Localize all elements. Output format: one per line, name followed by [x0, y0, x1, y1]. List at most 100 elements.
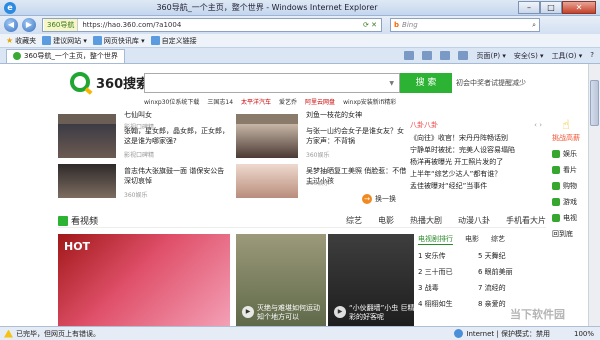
video-section-title[interactable]: 看视频	[58, 214, 98, 227]
side-nav-item[interactable]: 游戏	[552, 197, 584, 207]
video-tab[interactable]: 热播大剧	[410, 215, 442, 226]
hotword[interactable]: winxp安装新ifi精彩	[343, 97, 396, 106]
hotword[interactable]: 阿里云网盘	[305, 97, 335, 106]
fav-web-slices[interactable]: 网页快讯库 ▾	[92, 36, 145, 46]
mail-icon[interactable]	[440, 50, 451, 60]
tools-menu[interactable]: 工具(O) ▾	[552, 51, 583, 61]
refresh-button[interactable]: → 换一换	[362, 194, 396, 204]
news-headline[interactable]: 与张一山约会女子是谁女友？女方家声：不背锅	[306, 126, 410, 146]
rank-tab-variety[interactable]: 综艺	[491, 234, 505, 245]
side-nav-label: 游戏	[563, 198, 577, 206]
back-button[interactable]: ◀	[4, 18, 18, 32]
video-tabs: 综艺 电影 热播大剧 动漫八卦 手机看大片	[346, 215, 546, 226]
gossip-item[interactable]: 孟佳被曝对“经纪”当事件	[410, 180, 542, 192]
warning-icon[interactable]	[4, 329, 13, 338]
game-icon	[552, 198, 560, 206]
rank-item[interactable]: 5 天舞纪	[478, 251, 538, 261]
page-icon	[92, 36, 102, 45]
help-icon[interactable]: ?	[590, 51, 594, 61]
tab-bar: 360导航_一个主页，整个世界 页面(P) ▾ 安全(S) ▾ 工具(O) ▾ …	[0, 48, 600, 64]
vertical-scrollbar[interactable]	[588, 64, 600, 326]
play-icon[interactable]: ▶	[242, 306, 254, 318]
dropdown-icon[interactable]: ▼	[389, 80, 394, 87]
news-headline[interactable]: 七仙叫女	[124, 110, 228, 120]
window-controls: – □ ✕	[518, 0, 596, 15]
news-thumbnail[interactable]	[236, 124, 298, 158]
side-nav-item[interactable]: 娱乐	[552, 149, 584, 159]
video-banner[interactable]: HOT	[58, 234, 230, 326]
gossip-title[interactable]: 八卦八卦	[410, 120, 438, 130]
search-input[interactable]: ▼	[144, 73, 400, 93]
gossip-item[interactable]: 上半年“综艺少达人”都有谁？	[410, 168, 542, 180]
forward-button[interactable]: ▶	[22, 18, 36, 32]
print-icon[interactable]	[458, 50, 469, 60]
video-tab[interactable]: 电影	[378, 215, 394, 226]
status-text[interactable]: 已完毕，但网页上有错误。	[16, 329, 100, 339]
gossip-pager[interactable]: ‹ ›	[534, 121, 542, 129]
news-headline[interactable]: 张翰，星女郎，晶女郎，正女郎，这是谁为哪家强?	[124, 126, 230, 146]
minimize-button[interactable]: –	[518, 0, 540, 14]
refresh-icon[interactable]: ⟳ ✕	[363, 21, 377, 29]
video-card[interactable]: ▶ “小伙翻墙”小虫 巨精彩的好客呢	[328, 234, 414, 326]
video-tab[interactable]: 动漫八卦	[458, 215, 490, 226]
window-title: 360导航_一个主页，整个世界 - Windows Internet Explo…	[156, 3, 378, 12]
video-card[interactable]: ▶ 灭绝与难堪如何运动 知个地方可以	[236, 234, 326, 326]
window-titlebar: e 360导航_一个主页，整个世界 - Windows Internet Exp…	[0, 0, 600, 16]
rank-tab-tv[interactable]: 电视剧排行	[418, 234, 453, 245]
news-source: 影视口碑精	[124, 152, 155, 159]
video-tab[interactable]: 手机看大片	[506, 215, 546, 226]
close-button[interactable]: ✕	[562, 0, 596, 14]
rank-item[interactable]: 1 安乐传	[418, 251, 478, 261]
rank-item[interactable]: 6 眼前美丽	[478, 267, 538, 277]
video-caption: 灭绝与难堪如何运动 知个地方可以	[257, 304, 320, 321]
rank-item[interactable]: 3 战毒	[418, 283, 478, 293]
rank-item[interactable]: 7 流经的	[478, 283, 538, 293]
hotword[interactable]: 太平洋汽车	[241, 97, 271, 106]
rank-tab-movie[interactable]: 电影	[465, 234, 479, 245]
home-icon[interactable]	[404, 50, 415, 60]
shopping-icon	[552, 182, 560, 190]
feeds-icon[interactable]	[422, 50, 433, 60]
rank-item[interactable]: 2 三十而已	[418, 267, 478, 277]
side-nav-item[interactable]: 回到底	[552, 229, 584, 239]
side-nav-item[interactable]: 看片	[552, 165, 584, 175]
scrollbar-thumb[interactable]	[590, 80, 599, 126]
favorites-label: 收藏夹	[15, 36, 37, 45]
zoom-level[interactable]: 100%	[574, 330, 594, 338]
video-tab[interactable]: 综艺	[346, 215, 362, 226]
news-headline[interactable]: 刘鱼一枝花的女神	[306, 110, 410, 120]
search-button[interactable]: 搜 索	[400, 73, 452, 93]
news-source: 360娱乐	[306, 152, 330, 159]
rank-item[interactable]: 4 栩栩如生	[418, 299, 478, 309]
fav-custom-links[interactable]: 自定义链接	[150, 36, 197, 46]
gossip-item[interactable]: 《向往》收官！宋丹丹阵畅话别	[410, 132, 542, 144]
favorites-button[interactable]: ★ 收藏夹	[6, 36, 36, 46]
fav-suggested-sites[interactable]: 建议网站 ▾	[42, 36, 87, 46]
news-headline[interactable]: 曾志伟大张旗鼓一面 谐保安公告深切哀悼	[124, 166, 230, 186]
search-icon[interactable]: ⌕	[532, 21, 536, 30]
url-field[interactable]: 360导航 https://hao.360.com/?a1004 ⟳ ✕	[42, 18, 382, 32]
gossip-item[interactable]: 宁静单时被扰：完美人设容易塌陷	[410, 144, 542, 156]
side-nav-promo[interactable]: ☝ 挑战高薪	[548, 118, 584, 143]
side-nav-item[interactable]: 购物	[552, 181, 584, 191]
news-thumbnail[interactable]	[58, 164, 116, 198]
play-icon[interactable]: ▶	[334, 306, 346, 318]
search-note[interactable]: 初会中奖者试提醒减少	[456, 78, 526, 88]
browser-search-box[interactable]: b Bing ⌕	[390, 18, 540, 32]
security-zone: Internet | 保护模式：禁用 100%	[454, 329, 600, 339]
news-source: 360娱乐	[124, 192, 148, 199]
gossip-item[interactable]: 杨洋再被曝光 开工照片发的了	[410, 156, 542, 168]
hotword[interactable]: 三国志14	[207, 97, 233, 106]
news-thumbnail[interactable]	[58, 124, 116, 158]
tab-360-home[interactable]: 360导航_一个主页，整个世界	[6, 48, 125, 63]
hotword[interactable]: 爱艺乔	[279, 97, 297, 106]
tv-icon	[552, 214, 560, 222]
hotword[interactable]: winxp30位系统下载	[144, 97, 199, 106]
side-nav-item[interactable]: 电视	[552, 213, 584, 223]
safety-menu[interactable]: 安全(S) ▾	[514, 51, 544, 61]
news-thumbnail[interactable]	[236, 164, 298, 198]
page-menu[interactable]: 页面(P) ▾	[476, 51, 505, 61]
side-nav-label: 回到底	[552, 230, 573, 238]
maximize-button[interactable]: □	[540, 0, 562, 14]
url-text[interactable]: https://hao.360.com/?a1004	[82, 21, 363, 29]
